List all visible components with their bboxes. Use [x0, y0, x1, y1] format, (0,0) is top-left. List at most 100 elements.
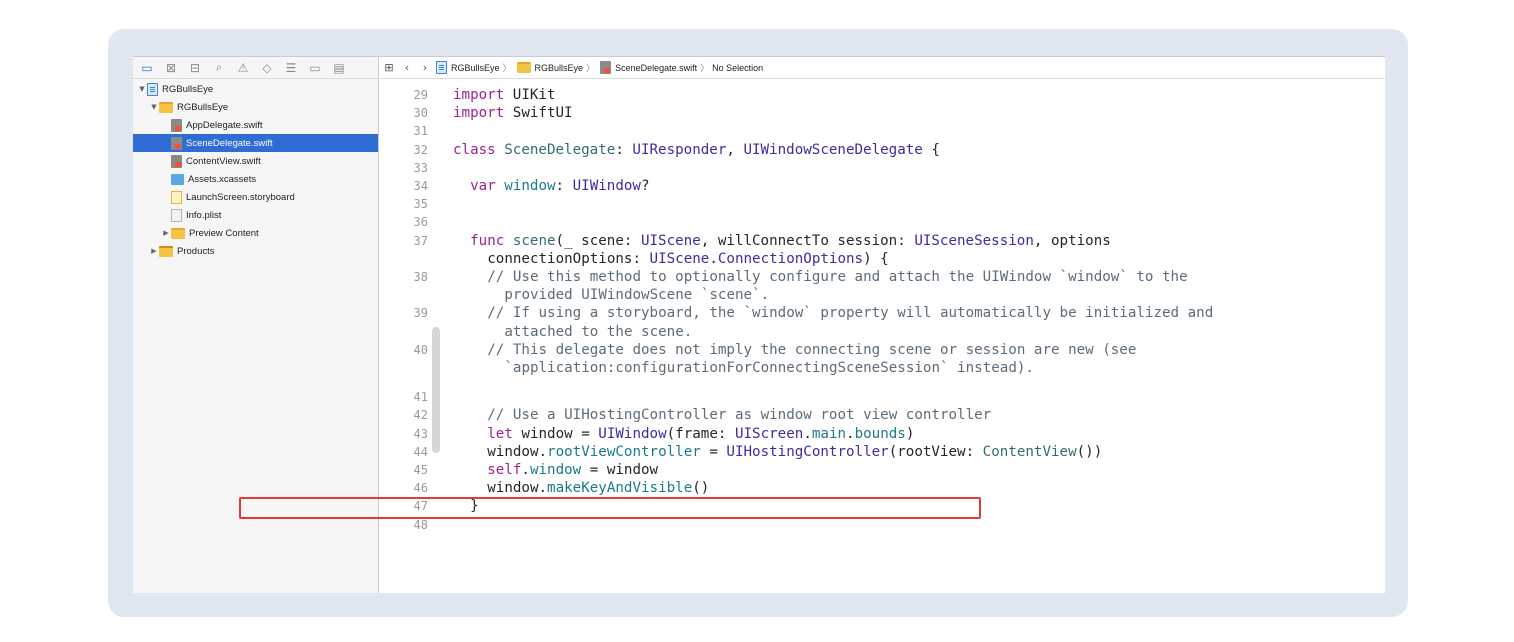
- code-text: window.makeKeyAndVisible(): [487, 479, 709, 497]
- search-icon[interactable]: ⌕: [210, 59, 228, 77]
- list-icon[interactable]: ☰: [282, 59, 300, 77]
- code-text: import SwiftUI: [453, 104, 573, 122]
- breadcrumb-symbol[interactable]: No Selection: [712, 63, 763, 73]
- line-number: 37: [413, 233, 428, 248]
- tree-item[interactable]: ▶ Preview Content: [133, 224, 378, 242]
- code-line: 46 window.makeKeyAndVisible(): [380, 479, 1385, 497]
- code-token: import: [453, 87, 505, 103]
- tree-item[interactable]: Assets.xcassets: [133, 170, 378, 188]
- assets-file-icon: [171, 173, 184, 185]
- code-token: UIResponder: [632, 141, 727, 158]
- tree-item[interactable]: ▶ Products: [133, 242, 378, 260]
- breadcrumb-project[interactable]: RGBullsEye: [434, 61, 500, 74]
- tree-item[interactable]: SceneDelegate.swift: [133, 134, 378, 152]
- line-number: 42: [413, 408, 428, 423]
- code-token: UIScene: [649, 250, 710, 267]
- plist-file-icon: [171, 208, 182, 222]
- back-button[interactable]: ‹: [398, 61, 416, 74]
- file-tree: ▼ RGBullsEye ▼ RGBullsEye AppDelegate.swift S…: [133, 79, 378, 260]
- code-token: import: [453, 105, 505, 122]
- code-line: 38 // Use this method to optionally confi…: [380, 268, 1385, 286]
- disclosure-triangle-icon[interactable]: ▼: [149, 103, 159, 111]
- hierarchy-icon[interactable]: ⊟: [186, 59, 204, 77]
- disclosure-triangle-icon[interactable]: ▶: [149, 247, 159, 255]
- tree-item-label: Info.plist: [186, 209, 222, 221]
- code-token: UIWindow: [572, 178, 641, 194]
- tree-item[interactable]: ▼ RGBullsEye: [133, 98, 378, 116]
- code-line: 42 // Use a UIHostingController as window…: [380, 406, 1385, 424]
- code-token: =: [700, 443, 727, 460]
- code-token: .: [521, 461, 530, 478]
- code-token: ) {: [863, 250, 889, 267]
- code-token: main: [811, 425, 847, 442]
- tree-item[interactable]: AppDelegate.swift: [133, 116, 378, 134]
- code-token: ()): [1076, 443, 1103, 460]
- highlight-box: [239, 497, 981, 519]
- code-text: let window = UIWindow(frame: UIScreen.ma…: [487, 425, 914, 443]
- tag-icon[interactable]: ▭: [306, 59, 324, 77]
- code-token: // This delegate does not imply the conn…: [487, 341, 1137, 358]
- disclosure-triangle-icon[interactable]: ▶: [161, 229, 171, 237]
- xmark-box-icon[interactable]: ⊠: [162, 59, 180, 77]
- code-token: UIScreen: [734, 425, 804, 442]
- tree-item[interactable]: LaunchScreen.storyboard: [133, 188, 378, 206]
- code-token: , willConnectTo session:: [700, 232, 915, 249]
- code-line: connectionOptions: UIScene.ConnectionOpt…: [380, 250, 1385, 268]
- breadcrumb-file[interactable]: SceneDelegate.swift: [598, 61, 697, 74]
- tree-item[interactable]: ▼ RGBullsEye: [133, 80, 378, 98]
- code-token: ContentView: [982, 443, 1077, 460]
- code-token: func: [470, 232, 505, 249]
- code-text: // This delegate does not imply the conn…: [487, 341, 1136, 359]
- code-line: 35: [380, 195, 1385, 213]
- code-line: 36: [380, 213, 1385, 231]
- code-token: :: [615, 141, 633, 158]
- project-file-icon: [147, 82, 158, 96]
- line-number: 35: [413, 197, 428, 212]
- code-token: window: [504, 178, 556, 194]
- tree-item[interactable]: ContentView.swift: [133, 152, 378, 170]
- forward-button[interactable]: ›: [416, 61, 434, 74]
- tree-item[interactable]: Info.plist: [133, 206, 378, 224]
- code-token: UIHostingController: [726, 443, 889, 460]
- code-token: ConnectionOptions: [717, 250, 864, 267]
- grid-icon[interactable]: ⊞: [380, 61, 398, 74]
- code-text: // Use this method to optionally configu…: [487, 268, 1187, 286]
- code-token: provided UIWindowScene `scene`.: [504, 287, 770, 304]
- code-token: UIWindow: [598, 425, 667, 442]
- code-token: SwiftUI: [504, 105, 573, 122]
- breadcrumb-separator: 〉: [502, 64, 512, 74]
- code-text: class SceneDelegate: UIResponder, UIWind…: [453, 141, 940, 159]
- code-line: attached to the scene.: [380, 323, 1385, 341]
- breadcrumb-separator: 〉: [700, 64, 710, 74]
- code-token: UISceneSession: [914, 232, 1034, 249]
- code-line: 44 window.rootViewController = UIHostingC…: [380, 443, 1385, 461]
- warning-icon[interactable]: ⚠: [234, 59, 252, 77]
- folder-icon: [516, 62, 531, 73]
- chat-icon[interactable]: ▤: [330, 59, 348, 77]
- xcode-window: ▭ ⊠ ⊟ ⌕ ⚠ ◇ ☰ ▭ ▤ ▼ RGBullsEye ▼ RGBullsEye…: [133, 56, 1385, 593]
- code-token: :: [555, 178, 573, 194]
- code-token: scene: [512, 232, 556, 249]
- line-number: 30: [413, 106, 428, 121]
- code-token: .: [846, 425, 855, 442]
- code-token: connectionOptions:: [487, 250, 650, 267]
- project-icon: [436, 61, 447, 74]
- code-line: 45 self.window = window: [380, 461, 1385, 479]
- code-token: class: [453, 141, 496, 158]
- diamond-icon[interactable]: ◇: [258, 59, 276, 77]
- tree-item-label: ContentView.swift: [186, 155, 261, 167]
- code-token: , options: [1033, 232, 1111, 249]
- folder-icon[interactable]: ▭: [138, 59, 156, 77]
- tree-item-label: LaunchScreen.storyboard: [186, 191, 295, 203]
- code-token: (rootView:: [888, 443, 983, 460]
- disclosure-triangle-icon[interactable]: ▼: [137, 85, 147, 93]
- code-token: UIKit: [504, 87, 556, 103]
- breadcrumb-folder[interactable]: RGBullsEye: [515, 62, 583, 73]
- code-token: window: [529, 461, 582, 478]
- tree-item-label: SceneDelegate.swift: [186, 137, 273, 149]
- code-text: import UIKit: [453, 86, 556, 104]
- tree-item-label: AppDelegate.swift: [186, 119, 263, 131]
- code-token: attached to the scene.: [504, 323, 693, 340]
